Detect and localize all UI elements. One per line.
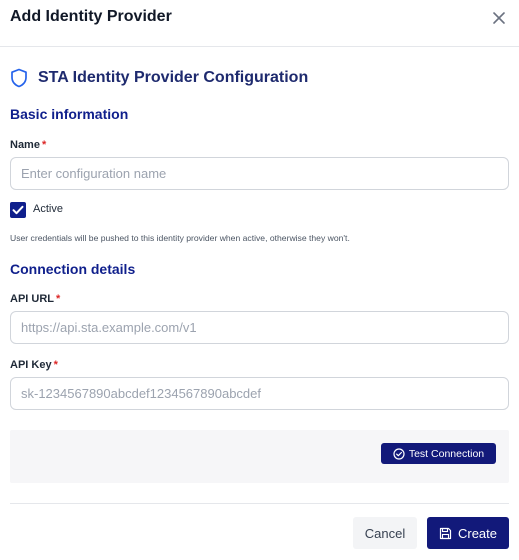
create-label: Create xyxy=(457,525,498,541)
check-circle-icon xyxy=(393,447,405,460)
name-input[interactable] xyxy=(10,157,509,190)
api-url-label-text: API URL xyxy=(10,293,54,305)
basic-information-heading: Basic information xyxy=(10,106,129,122)
name-label-text: Name xyxy=(10,139,40,151)
save-icon xyxy=(439,527,452,539)
api-url-input[interactable] xyxy=(10,311,509,344)
api-url-label: API URL * xyxy=(10,293,60,305)
api-key-input[interactable] xyxy=(10,377,509,410)
active-help-text: User credentials will be pushed to this … xyxy=(10,233,350,243)
dialog-header: Add Identity Provider xyxy=(0,0,519,47)
add-identity-provider-dialog: Add Identity Provider STA Identity Provi… xyxy=(0,0,519,560)
api-key-label: API Key * xyxy=(10,359,58,371)
section-header: STA Identity Provider Configuration xyxy=(10,67,308,89)
dialog-title: Add Identity Provider xyxy=(10,8,172,25)
api-key-label-text: API Key xyxy=(10,359,52,371)
required-mark: * xyxy=(41,139,47,151)
test-connection-label: Test Connection xyxy=(408,447,485,460)
active-checkbox[interactable] xyxy=(10,202,26,218)
close-icon[interactable] xyxy=(489,8,509,28)
active-label: Active xyxy=(33,203,63,215)
name-label: Name * xyxy=(10,139,46,151)
footer-divider xyxy=(10,503,509,504)
required-mark: * xyxy=(56,293,61,305)
connection-details-heading: Connection details xyxy=(10,261,136,277)
required-mark: * xyxy=(53,359,58,371)
checkmark-icon xyxy=(12,205,24,215)
create-button[interactable]: Create xyxy=(427,517,509,549)
test-connection-button[interactable]: Test Connection xyxy=(381,443,496,464)
cancel-button[interactable]: Cancel xyxy=(353,517,417,549)
section-title: STA Identity Provider Configuration xyxy=(38,69,309,86)
shield-icon xyxy=(11,68,27,88)
